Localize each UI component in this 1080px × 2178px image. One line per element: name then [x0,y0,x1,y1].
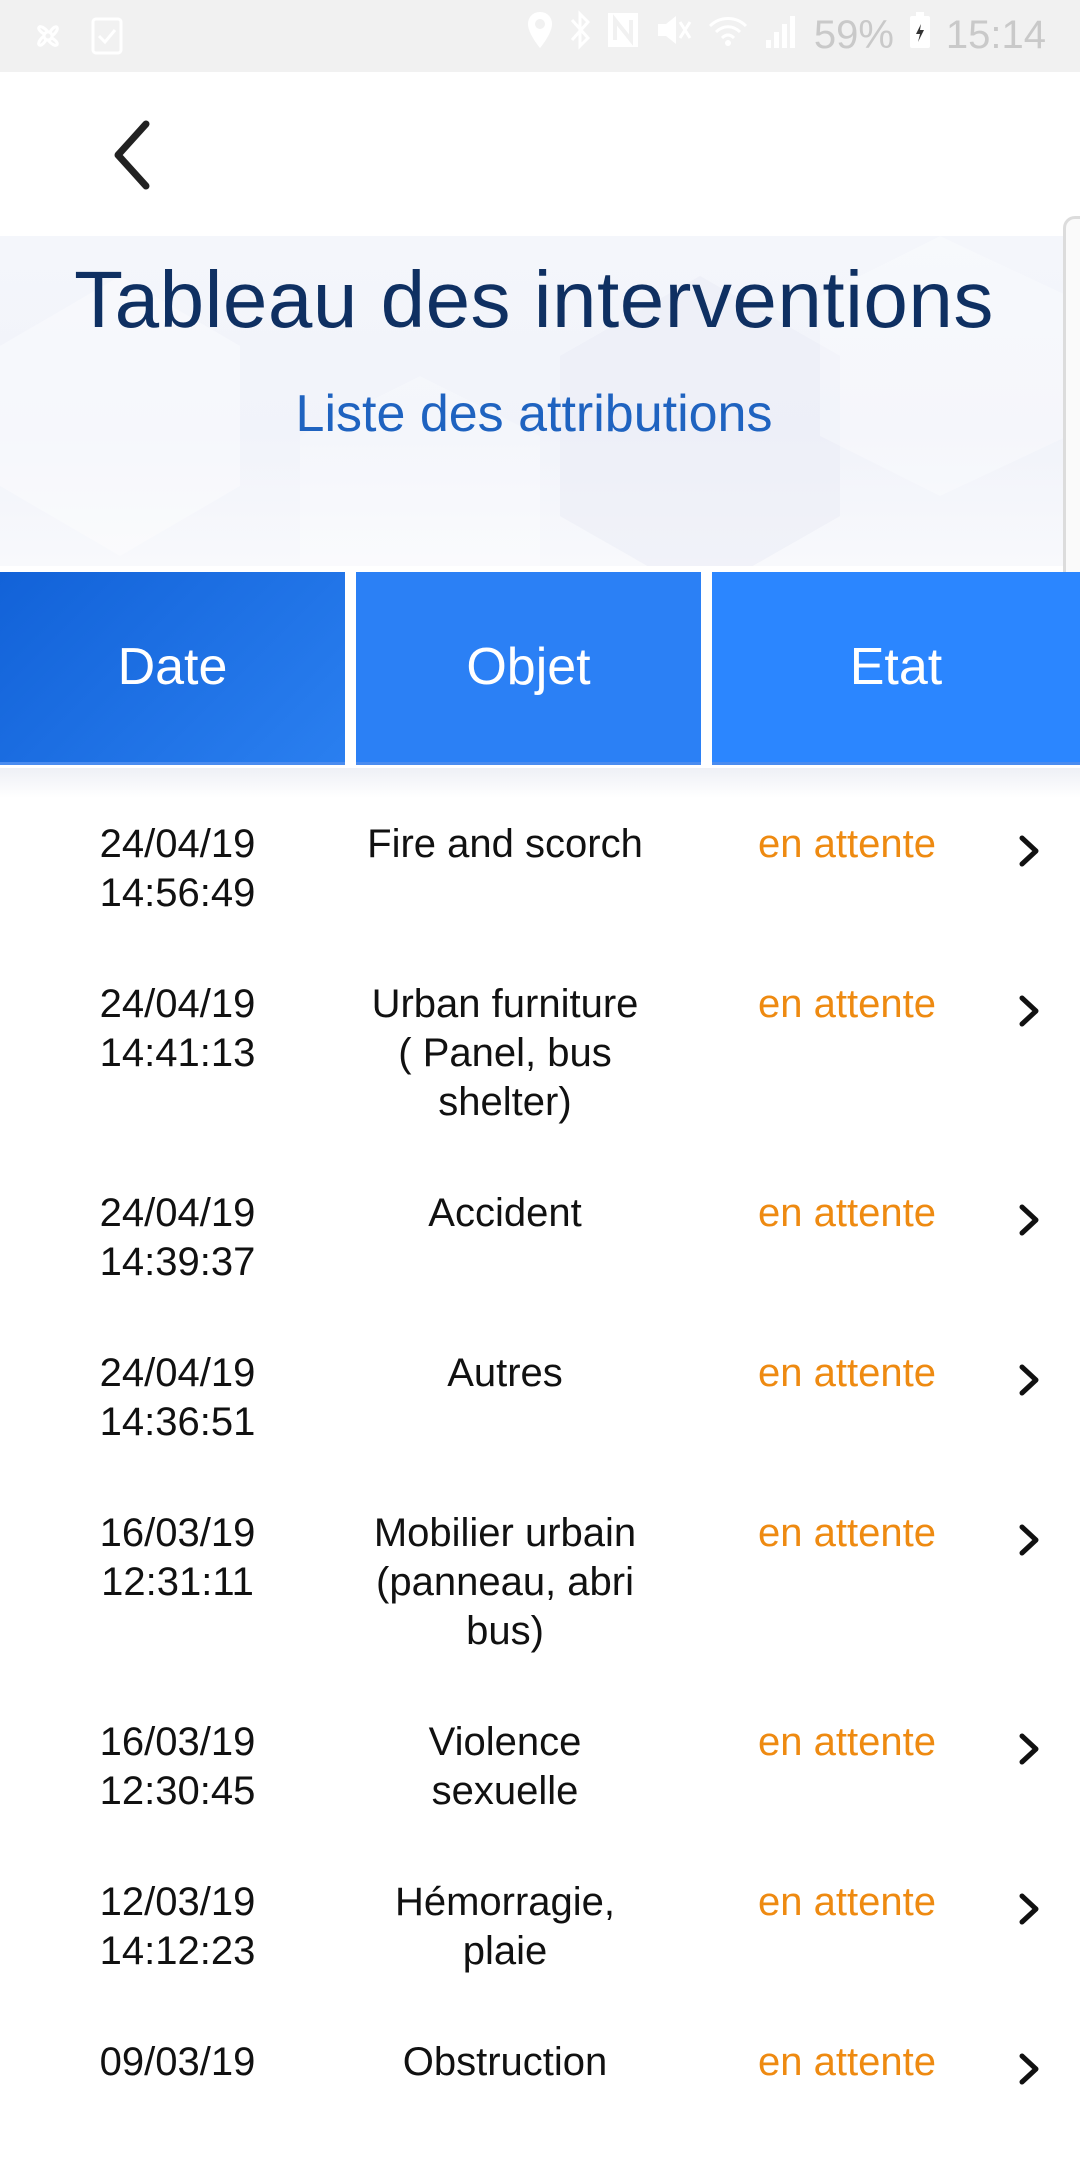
row-objet-line: plaie [462,1929,548,1973]
row-date-cell: 16/03/19 12:30:45 [40,1718,315,1816]
chevron-right-icon[interactable] [1014,1728,1044,1770]
row-date-cell: 12/03/19 14:12:23 [40,1878,315,1976]
chevron-right-icon[interactable] [1014,1359,1044,1401]
nfc-icon [606,10,640,60]
row-date: 24/04/19 [99,1191,256,1235]
row-date-cell: 24/04/19 14:56:49 [40,820,315,918]
mute-icon [654,10,692,60]
pinwheel-icon [28,16,68,61]
row-objet-line: (panneau, abri [376,1560,634,1604]
table-row[interactable]: 16/03/19 12:30:45 Violence sexuelle en atten… [0,1698,1080,1858]
row-time: 14:36:51 [99,1400,256,1444]
chevron-right-icon[interactable] [1014,2048,1044,2090]
page-header: Tableau des interventions Liste des attr… [0,236,1068,566]
column-header-etat[interactable]: Etat [712,572,1080,765]
checkbox-icon [90,16,124,61]
row-objet-cell: Obstruction [345,2038,665,2087]
row-date: 16/03/19 [99,1511,256,1555]
wifi-icon [706,10,750,60]
row-date: 16/03/19 [99,1720,256,1764]
chevron-right-icon[interactable] [1014,1519,1044,1561]
row-time: 12:31:11 [101,1560,254,1604]
status-bar-left [28,16,124,61]
row-status: en attente [758,1511,936,1555]
row-objet-line: Fire and scorch [367,822,643,866]
row-date: 24/04/19 [99,822,256,866]
row-time: 14:39:37 [99,1240,256,1284]
row-objet-cell: Fire and scorch [345,820,665,869]
row-status: en attente [758,982,936,1026]
row-time: 14:12:23 [99,1929,256,1973]
column-header-objet[interactable]: Objet [356,572,701,765]
row-time: 12:30:45 [99,1769,256,1813]
chevron-right-icon[interactable] [1014,1199,1044,1241]
column-header-date[interactable]: Date [0,572,345,765]
table-row[interactable]: 24/04/19 14:39:37 Accident en attente [0,1169,1080,1329]
chevron-right-icon[interactable] [1014,1888,1044,1930]
status-bar-right: 59% 15:14 [526,10,1046,60]
row-objet-cell: Autres [345,1349,665,1398]
table-row[interactable]: 09/03/19 Obstruction en attente [0,2018,1080,2178]
battery-icon [908,10,932,60]
row-date: 24/04/19 [99,982,256,1026]
location-icon [526,10,554,60]
row-date: 09/03/19 [99,2040,256,2084]
chevron-right-icon[interactable] [1014,830,1044,872]
status-bar: 59% 15:14 [0,0,1080,72]
row-date-cell: 24/04/19 14:36:51 [40,1349,315,1447]
battery-percent: 59% [813,12,894,57]
row-objet-cell: Hémorragie, plaie [345,1878,665,1976]
page-subtitle: Liste des attributions [295,385,773,443]
row-date-cell: 09/03/19 [40,2038,315,2087]
side-drawer-handle[interactable] [1063,216,1080,592]
row-objet-cell: Mobilier urbain (panneau, abri bus) [345,1509,665,1656]
signal-icon [764,10,800,60]
row-status: en attente [758,1720,936,1764]
row-time: 14:41:13 [99,1031,256,1075]
row-objet-line: ( Panel, bus [398,1031,612,1075]
row-status: en attente [758,2040,936,2084]
row-status: en attente [758,1191,936,1235]
table-row[interactable]: 24/04/19 14:41:13 Urban furniture ( Panel, … [0,960,1080,1169]
row-status: en attente [758,822,936,866]
back-button[interactable] [100,110,170,200]
clock: 15:14 [945,12,1046,57]
interventions-list: 24/04/19 14:56:49 Fire and scorch en attent… [0,800,1080,2178]
table-row[interactable]: 16/03/19 12:31:11 Mobilier urbain (panneau,… [0,1489,1080,1698]
row-objet-cell: Violence sexuelle [345,1718,665,1816]
row-objet-line: shelter) [438,1080,572,1124]
row-objet-line: Violence [428,1720,582,1764]
row-objet-line: bus) [466,1609,544,1653]
row-date: 24/04/19 [99,1351,256,1395]
row-objet-line: Autres [447,1351,563,1395]
row-time: 14:56:49 [99,871,256,915]
table-row[interactable]: 24/04/19 14:56:49 Fire and scorch en attent… [0,800,1080,960]
page-title: Tableau des interventions [74,255,994,344]
row-objet-line: sexuelle [431,1769,579,1813]
row-objet-cell: Accident [345,1189,665,1238]
row-date-cell: 16/03/19 12:31:11 [40,1509,315,1607]
row-status: en attente [758,1351,936,1395]
row-objet-line: Mobilier urbain [373,1511,637,1555]
row-objet-cell: Urban furniture ( Panel, bus shelter) [345,980,665,1127]
row-date-cell: 24/04/19 14:41:13 [40,980,315,1078]
row-date-cell: 24/04/19 14:39:37 [40,1189,315,1287]
bluetooth-icon [568,10,592,60]
chevron-left-icon [114,120,150,190]
row-objet-line: Accident [428,1191,582,1235]
chevron-right-icon[interactable] [1014,990,1044,1032]
header-shadow [0,768,1080,798]
table-row[interactable]: 24/04/19 14:36:51 Autres en attente [0,1329,1080,1489]
row-objet-line: Urban furniture [371,982,639,1026]
row-objet-line: Obstruction [402,2040,608,2084]
table-header: Date Objet Etat [0,572,1080,768]
table-row[interactable]: 12/03/19 14:12:23 Hémorragie, plaie en atten… [0,1858,1080,2018]
